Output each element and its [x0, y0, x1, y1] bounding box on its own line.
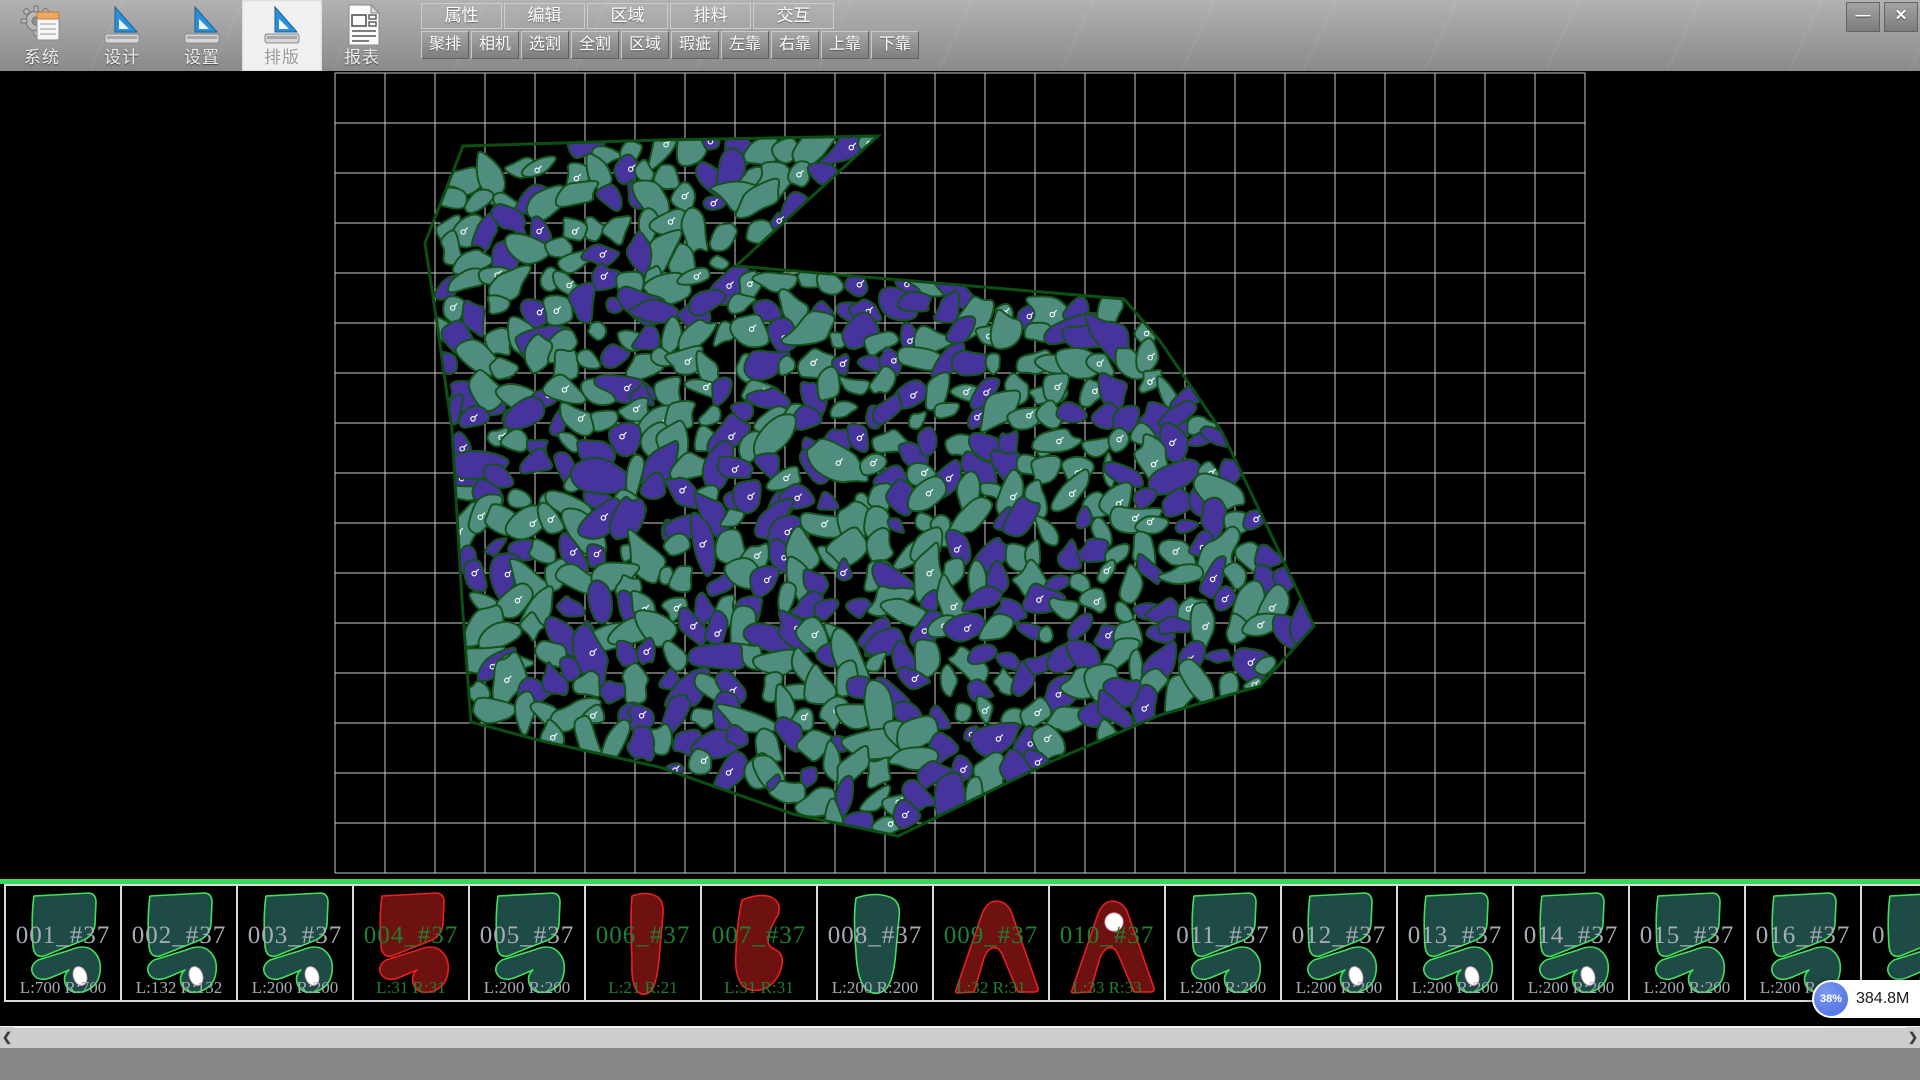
menu-properties[interactable]: 属性 — [421, 3, 502, 29]
piece-label: 005_#37 — [470, 922, 584, 950]
application-window: 系统 设计 设置 — [0, 0, 1920, 1080]
piece-lr-count: L:31 R:31 — [702, 978, 816, 998]
menu-nesting[interactable]: 排料 — [670, 3, 751, 29]
app-button-settings[interactable]: 设置 — [162, 0, 242, 71]
thumbnail-cell[interactable]: 011_#37 L:200 R:200 — [1164, 884, 1282, 1002]
set-square-icon — [99, 3, 145, 47]
tool-bar: 聚排 相机 选割 全割 区域 瑕疵 左靠 右靠 上靠 下靠 — [421, 31, 919, 59]
app-button-report[interactable]: 报表 — [322, 0, 402, 71]
app-button-label: 排版 — [242, 47, 322, 69]
pieces-thumbnail-strip: 001_#37L:700 R:700002_#37L:132 R:132003_… — [0, 884, 1920, 1002]
app-button-design[interactable]: 设计 — [82, 0, 162, 71]
piece-lr-count: L:31 R:31 — [354, 978, 468, 998]
minimize-button[interactable]: — — [1846, 2, 1880, 32]
piece-lr-count: L:33 R:33 — [1050, 978, 1164, 998]
piece-label: 011_#37 — [1166, 922, 1280, 950]
piece-lr-count: L:200 R:200 — [238, 978, 352, 998]
piece-label: 004_#37 — [354, 922, 468, 950]
tool-camera[interactable]: 相机 — [471, 31, 519, 59]
app-button-label: 系统 — [2, 47, 82, 69]
piece-lr-count: L:200 R:200 — [1398, 978, 1512, 998]
piece-lr-count: L:21 R:21 — [586, 978, 700, 998]
app-button-layout[interactable]: 排版 — [242, 0, 322, 71]
thumbnail-cell[interactable]: 010_#37 L:33 R:33 — [1048, 884, 1166, 1002]
tool-region[interactable]: 区域 — [621, 31, 669, 59]
tool-select-cut[interactable]: 选割 — [521, 31, 569, 59]
horizontal-scrollbar[interactable] — [0, 1026, 1920, 1048]
set-square-icon — [179, 3, 225, 47]
menu-interactive[interactable]: 交互 — [753, 3, 834, 29]
piece-lr-count: L:132 R:132 — [122, 978, 236, 998]
thumbnail-cell[interactable]: 014_#37 L:200 R:200 — [1512, 884, 1630, 1002]
piece-lr-count: L:700 R:700 — [6, 978, 120, 998]
menu-bar: 属性 编辑 区域 排料 交互 — [421, 3, 834, 29]
piece-label: 013_#37 — [1398, 922, 1512, 950]
piece-label: 012_#37 — [1282, 922, 1396, 950]
piece-lr-count: L:200 R:200 — [1514, 978, 1628, 998]
progress-badge[interactable]: 38% 384.8M — [1812, 980, 1920, 1018]
piece-label: 016_#37 — [1746, 922, 1860, 950]
toolbar: 系统 设计 设置 — [0, 0, 1920, 72]
thumbnail-cell[interactable]: 002_#37 L:132 R:132 — [120, 884, 238, 1002]
nesting-canvas[interactable] — [0, 71, 1920, 879]
tool-cut-all[interactable]: 全割 — [571, 31, 619, 59]
piece-lr-count: L:200 R:200 — [1282, 978, 1396, 998]
piece-label: 0 — [1862, 922, 1920, 950]
piece-label: 009_#37 — [934, 922, 1048, 950]
tool-align-left[interactable]: 左靠 — [721, 31, 769, 59]
pieces-layer[interactable] — [428, 119, 1316, 844]
app-button-label: 报表 — [322, 47, 402, 69]
app-button-label: 设置 — [162, 47, 242, 69]
thumbnail-cell[interactable]: 008_#37 L:200 R:200 — [816, 884, 934, 1002]
report-document-icon — [339, 3, 385, 47]
piece-label: 003_#37 — [238, 922, 352, 950]
piece-lr-count: L:200 R:200 — [470, 978, 584, 998]
notebook-glyph — [37, 12, 59, 40]
piece-lr-count: L:32 R:31 — [934, 978, 1048, 998]
piece-label: 007_#37 — [702, 922, 816, 950]
piece-lr-count: L:200 R:200 — [1166, 978, 1280, 998]
thumbnail-cell[interactable]: 015_#37 L:200 R:200 — [1628, 884, 1746, 1002]
piece-label: 008_#37 — [818, 922, 932, 950]
thumbnail-cell[interactable]: 007_#37 L:31 R:31 — [700, 884, 818, 1002]
close-button[interactable]: ✕ — [1884, 2, 1918, 32]
window-controls: — ✕ — [1846, 2, 1918, 32]
thumbnail-cell[interactable]: 003_#37 L:200 R:200 — [236, 884, 354, 1002]
tool-cluster-nest[interactable]: 聚排 — [421, 31, 469, 59]
menu-edit[interactable]: 编辑 — [504, 3, 585, 29]
app-button-system[interactable]: 系统 — [2, 0, 82, 71]
progress-percent: 38% — [1814, 982, 1848, 1016]
thumbnail-cell[interactable]: 013_#37 L:200 R:200 — [1396, 884, 1514, 1002]
piece-label: 002_#37 — [122, 922, 236, 950]
app-button-label: 设计 — [82, 47, 162, 69]
piece-lr-count: L:200 R:200 — [818, 978, 932, 998]
set-square-icon — [259, 3, 305, 47]
thumbnail-cell[interactable]: 005_#37 L:200 R:200 — [468, 884, 586, 1002]
tool-defect[interactable]: 瑕疵 — [671, 31, 719, 59]
scroll-right-arrow[interactable]: ❯ — [1906, 1027, 1920, 1047]
tool-align-right[interactable]: 右靠 — [771, 31, 819, 59]
progress-size: 384.8M — [1856, 990, 1909, 1008]
status-bar — [0, 1048, 1920, 1080]
thumbnail-cell[interactable]: 006_#37 L:21 R:21 — [584, 884, 702, 1002]
piece-label: 006_#37 — [586, 922, 700, 950]
system-gear-icon — [19, 3, 65, 47]
piece-label: 010_#37 — [1050, 922, 1164, 950]
thumbnail-cell[interactable]: 001_#37 L:700 R:700 — [4, 884, 122, 1002]
menu-region[interactable]: 区域 — [587, 3, 668, 29]
piece-label: 014_#37 — [1514, 922, 1628, 950]
app-tab-bar: 系统 设计 设置 — [2, 0, 402, 71]
scroll-left-arrow[interactable]: ❮ — [0, 1027, 14, 1047]
piece-label: 015_#37 — [1630, 922, 1744, 950]
piece-label: 001_#37 — [6, 922, 120, 950]
thumbnail-cell[interactable]: 009_#37 L:32 R:31 — [932, 884, 1050, 1002]
tool-align-bottom[interactable]: 下靠 — [871, 31, 919, 59]
piece-lr-count: L:200 R:200 — [1630, 978, 1744, 998]
thumbnail-cell[interactable]: 012_#37 L:200 R:200 — [1280, 884, 1398, 1002]
tool-align-top[interactable]: 上靠 — [821, 31, 869, 59]
thumbnail-cell[interactable]: 004_#37 L:31 R:31 — [352, 884, 470, 1002]
